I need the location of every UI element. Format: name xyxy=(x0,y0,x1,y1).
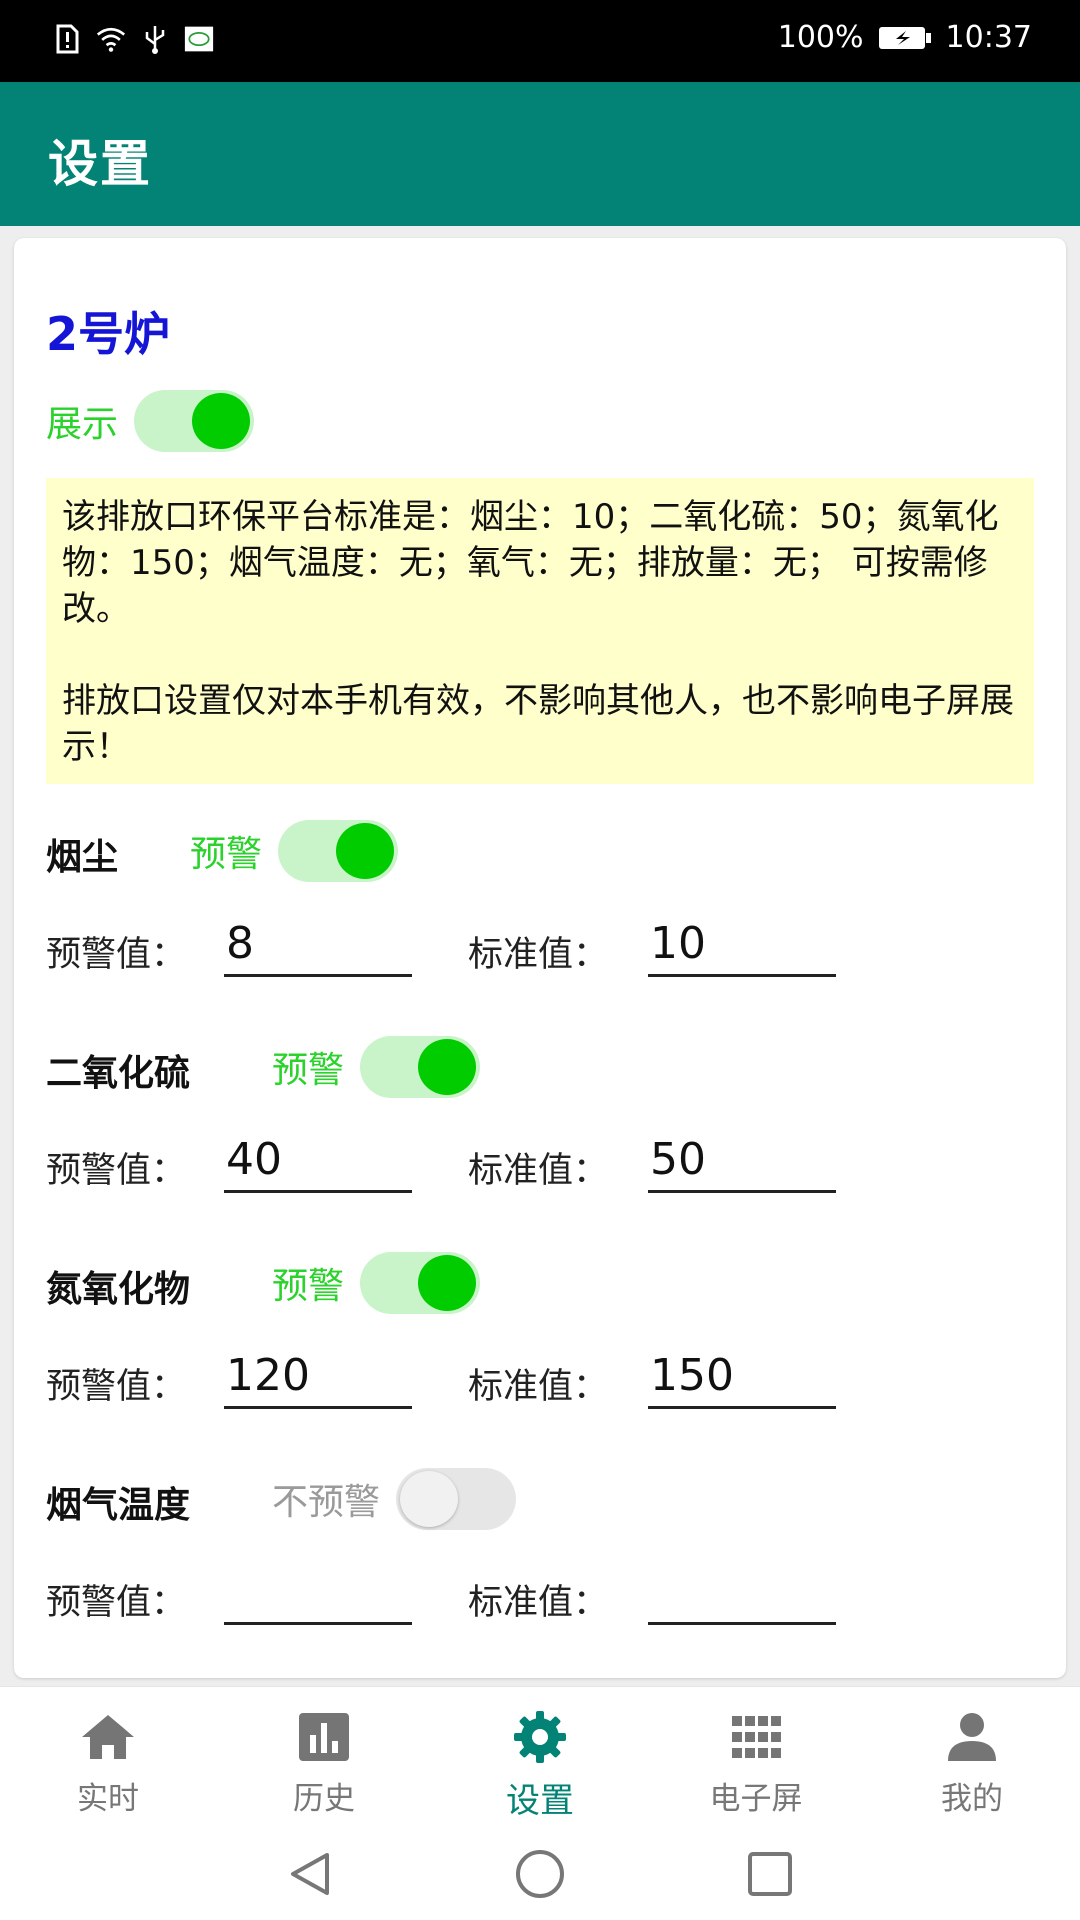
std-value-label: 标准值： xyxy=(468,1583,609,1623)
std-value-label: 标准值： xyxy=(468,1151,609,1191)
nav-item-realtime[interactable]: 实时 xyxy=(0,1687,216,1827)
nav-item-history[interactable]: 历史 xyxy=(216,1687,432,1827)
pollutant-switch-row: 预警 xyxy=(272,1252,481,1314)
show-toggle[interactable] xyxy=(134,390,255,452)
nav-item-mine[interactable]: 我的 xyxy=(864,1687,1080,1827)
clock: 10:37 xyxy=(945,20,1032,55)
std-value-label: 标准值： xyxy=(468,1367,609,1407)
std-value-input-nox[interactable]: 150 xyxy=(648,1346,836,1409)
battery-percent: 100% xyxy=(777,20,864,55)
sim-alert-icon xyxy=(52,24,82,54)
warn-value-label: 预警值： xyxy=(46,1151,187,1191)
warn-switch-label: 预警 xyxy=(272,1050,345,1091)
nav-label: 实时 xyxy=(77,1781,139,1817)
warn-toggle-smoke-dust[interactable] xyxy=(278,820,399,882)
battery-icon xyxy=(878,23,932,53)
usb-icon xyxy=(140,24,170,54)
show-row: 展示 xyxy=(46,390,255,452)
app-notification-icon xyxy=(184,24,214,54)
status-bar: 100% 10:37 xyxy=(0,0,1080,82)
app-bar: 设置 xyxy=(0,82,1080,226)
nav-label: 电子屏 xyxy=(709,1781,803,1817)
nav-label: 我的 xyxy=(941,1781,1003,1817)
warn-value-input-nox[interactable]: 120 xyxy=(224,1346,412,1409)
outlet-settings-card: 2号炉 展示 该排放口环保平台标准是：烟尘：10；二氧化硫：50；氮氧化物：15… xyxy=(14,238,1066,1678)
grid-icon xyxy=(730,1711,782,1763)
recents-button[interactable] xyxy=(742,1846,798,1902)
bottom-nav: 实时 历史 设置 电子屏 我的 xyxy=(0,1686,1080,1827)
std-value-input-flue-temp[interactable] xyxy=(648,1562,836,1625)
std-value-input-smoke-dust[interactable]: 10 xyxy=(648,914,836,977)
status-icons-right: 100% 10:37 xyxy=(778,20,1032,55)
std-value-input-so2[interactable]: 50 xyxy=(648,1130,836,1193)
home-icon xyxy=(78,1711,138,1763)
warn-value-label: 预警值： xyxy=(46,935,187,975)
gear-icon xyxy=(512,1711,568,1763)
pollutant-switch-row: 预警 xyxy=(272,1036,481,1098)
toggle-knob xyxy=(418,1255,477,1311)
recents-square-icon xyxy=(748,1852,792,1896)
warn-switch-label: 预警 xyxy=(190,834,263,875)
page-title: 设置 xyxy=(48,135,152,193)
furnace-title: 2号炉 xyxy=(46,307,171,361)
nav-item-screen[interactable]: 电子屏 xyxy=(648,1687,864,1827)
home-button[interactable] xyxy=(512,1846,568,1902)
back-triangle-icon xyxy=(291,1853,329,1895)
toggle-knob xyxy=(192,393,251,449)
home-circle-icon xyxy=(516,1850,564,1898)
wifi-icon xyxy=(96,24,126,54)
nav-item-settings[interactable]: 设置 xyxy=(432,1687,648,1827)
warn-switch-label: 不预警 xyxy=(272,1482,381,1523)
toggle-knob xyxy=(418,1039,477,1095)
warn-value-label: 预警值： xyxy=(46,1583,187,1623)
pollutant-title-flue-temp: 烟气温度 xyxy=(46,1485,191,1526)
pollutant-title-so2: 二氧化硫 xyxy=(46,1053,191,1094)
pollutant-switch-row: 不预警 xyxy=(272,1468,517,1530)
notice-box: 该排放口环保平台标准是：烟尘：10；二氧化硫：50；氮氧化物：150；烟气温度：… xyxy=(46,478,1034,784)
warn-value-input-flue-temp[interactable] xyxy=(224,1562,412,1625)
warn-value-input-smoke-dust[interactable]: 8 xyxy=(224,914,412,977)
pollutant-switch-row: 预警 xyxy=(190,820,399,882)
settings-screen: 100% 10:37 设置 2号炉 展示 该排放口环保平台标准是：烟尘：10；二… xyxy=(0,0,1080,1920)
nav-label: 历史 xyxy=(293,1781,355,1817)
warn-toggle-so2[interactable] xyxy=(360,1036,481,1098)
std-value-label: 标准值： xyxy=(468,935,609,975)
warn-value-label: 预警值： xyxy=(46,1367,187,1407)
toggle-knob xyxy=(336,823,395,879)
person-icon xyxy=(944,1711,1000,1763)
warn-toggle-flue-temp[interactable] xyxy=(396,1468,517,1530)
status-icons-left xyxy=(52,24,214,54)
pollutant-title-smoke-dust: 烟尘 xyxy=(46,837,119,878)
warn-toggle-nox[interactable] xyxy=(360,1252,481,1314)
pollutant-title-nox: 氮氧化物 xyxy=(46,1269,191,1310)
nav-label: 设置 xyxy=(506,1781,574,1821)
show-label: 展示 xyxy=(46,404,119,445)
warn-value-input-so2[interactable]: 40 xyxy=(224,1130,412,1193)
warn-switch-label: 预警 xyxy=(272,1266,345,1307)
notice-standard-text: 该排放口环保平台标准是：烟尘：10；二氧化硫：50；氮氧化物：150；烟气温度：… xyxy=(62,497,999,629)
back-button[interactable] xyxy=(282,1846,338,1902)
bar-chart-icon xyxy=(297,1711,351,1763)
toggle-knob xyxy=(400,1471,459,1527)
notice-scope-text: 排放口设置仅对本手机有效，不影响其他人，也不影响电子屏展示！ xyxy=(62,681,1014,767)
system-nav-bar xyxy=(0,1826,1080,1920)
